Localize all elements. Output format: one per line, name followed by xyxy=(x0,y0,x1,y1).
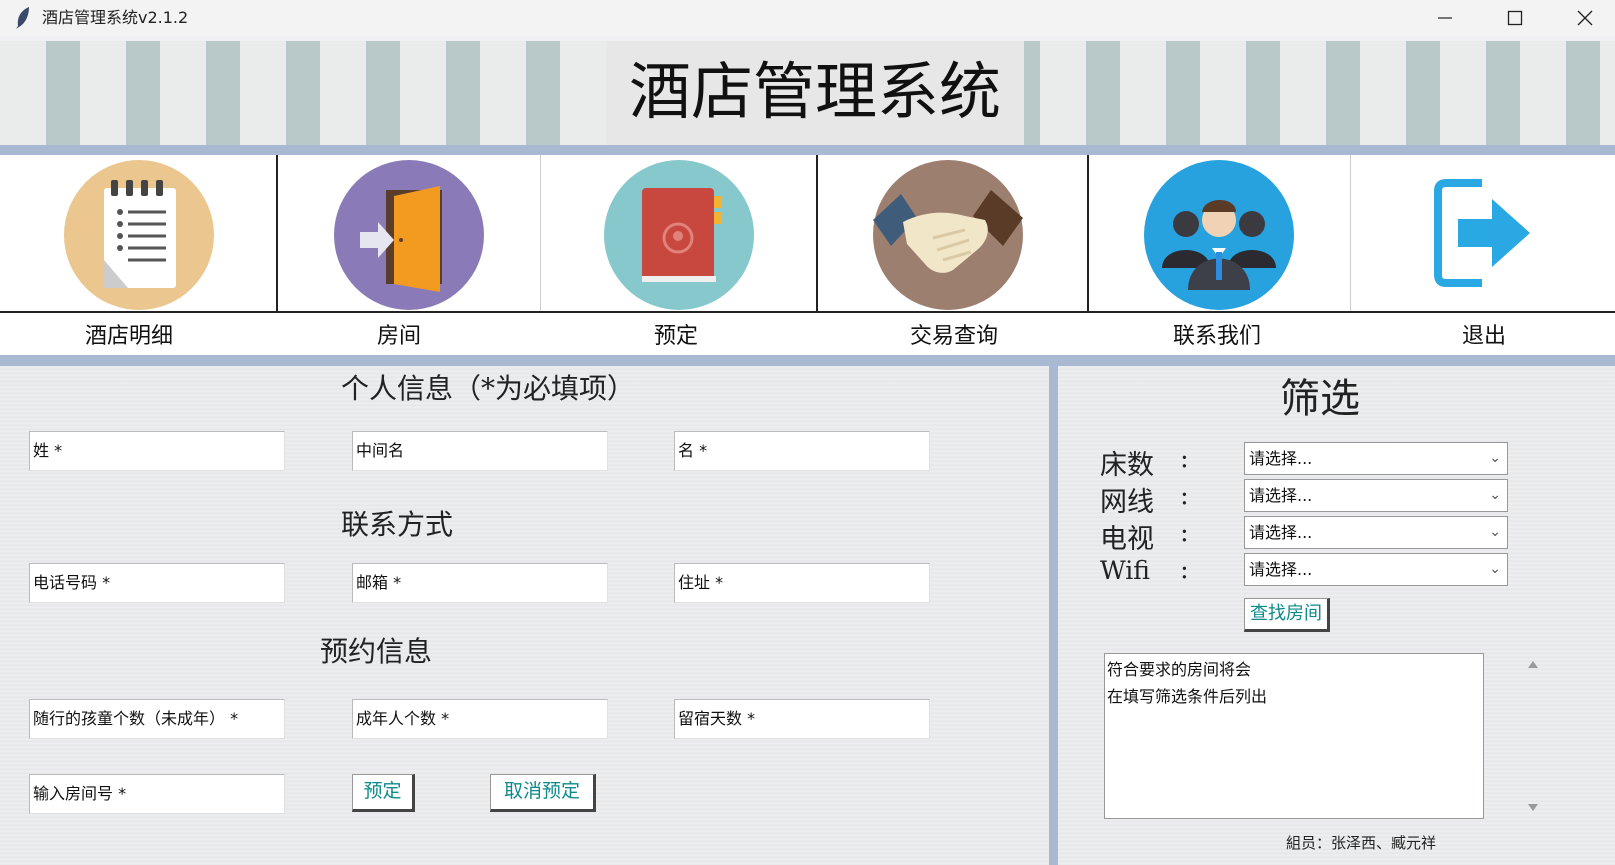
nav-divider xyxy=(0,355,1615,366)
filter-colon: : xyxy=(1180,444,1189,474)
minimize-icon xyxy=(1438,17,1452,19)
chevron-down-icon: ⌄ xyxy=(1489,561,1501,577)
contact-title: 联系方式 xyxy=(341,508,454,541)
room-number-field[interactable]: 输入房间号 * xyxy=(29,774,285,814)
nav-separator xyxy=(540,155,541,313)
handshake-icon xyxy=(873,190,1023,273)
cable-select-value: 请选择... xyxy=(1249,486,1313,505)
filter-colon: : xyxy=(1180,518,1189,548)
nav-separator xyxy=(1350,155,1351,313)
scroll-arrows-icon xyxy=(1528,661,1538,811)
first-name-field[interactable]: 名 * xyxy=(674,431,930,471)
filter-label-beds: 床数 xyxy=(1100,450,1154,481)
filter-title: 筛选 xyxy=(1280,376,1360,422)
nav-separator xyxy=(816,155,818,313)
header-divider xyxy=(0,145,1615,155)
nav-label-rooms: 房间 xyxy=(376,324,421,349)
children-count-field[interactable]: 随行的孩童个数（未成年） * xyxy=(29,699,285,739)
nav-hotel-details-button[interactable] xyxy=(64,160,214,310)
close-button[interactable] xyxy=(1550,0,1615,36)
results-line: 在填写筛选条件后列出 xyxy=(1107,687,1268,706)
filter-colon: : xyxy=(1180,555,1189,585)
chevron-down-icon: ⌄ xyxy=(1489,487,1501,503)
window-title: 酒店管理系统v2.1.2 xyxy=(42,8,189,27)
tv-select[interactable]: 请选择... ⌄ xyxy=(1244,516,1508,549)
beds-select-value: 请选择... xyxy=(1249,449,1313,468)
feather-icon xyxy=(14,6,32,30)
minimize-button[interactable] xyxy=(1410,0,1480,36)
nav-bar xyxy=(0,155,1615,313)
chevron-down-icon: ⌄ xyxy=(1489,450,1501,466)
results-scrollbar[interactable] xyxy=(1525,653,1541,819)
last-name-field[interactable]: 姓 * xyxy=(29,431,285,471)
nav-transactions-button[interactable] xyxy=(873,160,1023,310)
team-icon xyxy=(1162,200,1276,290)
address-field[interactable]: 住址 * xyxy=(674,563,930,603)
wifi-select[interactable]: 请选择... ⌄ xyxy=(1244,553,1508,586)
nav-rooms-button[interactable] xyxy=(334,160,484,310)
notepad-icon xyxy=(104,180,176,288)
nav-exit-button[interactable] xyxy=(1430,175,1540,290)
credits-text: 組员：张泽西、臧元祥 xyxy=(1286,834,1437,852)
nav-separator xyxy=(1087,155,1089,313)
panel-divider xyxy=(1049,366,1058,865)
nights-field[interactable]: 留宿天数 * xyxy=(674,699,930,739)
personal-info-title: 个人信息（*为必填项） xyxy=(341,372,636,405)
nav-contact-button[interactable] xyxy=(1144,160,1294,310)
maximize-button[interactable] xyxy=(1480,0,1550,36)
nav-label-transactions: 交易查询 xyxy=(909,324,998,349)
exit-icon xyxy=(1434,179,1530,287)
nav-separator xyxy=(276,155,278,313)
tv-select-value: 请选择... xyxy=(1249,523,1313,542)
nav-label-booking: 预定 xyxy=(653,324,698,349)
filter-label-wifi: Wifi xyxy=(1100,556,1150,585)
book-icon xyxy=(642,188,722,282)
nav-label-exit: 退出 xyxy=(1461,324,1506,349)
nav-label-contact: 联系我们 xyxy=(1172,324,1261,349)
wifi-select-value: 请选择... xyxy=(1249,560,1313,579)
nav-booking-button[interactable] xyxy=(604,160,754,310)
results-list: 符合要求的房间将会 在填写筛选条件后列出 xyxy=(1104,653,1484,819)
app-title: 酒店管理系统 xyxy=(628,55,1001,128)
filter-label-cable: 网线 xyxy=(1100,487,1154,518)
cable-select[interactable]: 请选择... ⌄ xyxy=(1244,479,1508,512)
window-titlebar xyxy=(0,0,1615,36)
nav-label-hotel-details: 酒店明细 xyxy=(84,324,173,349)
filter-colon: : xyxy=(1180,481,1189,511)
results-line: 符合要求的房间将会 xyxy=(1107,660,1252,679)
email-field[interactable]: 邮箱 * xyxy=(352,563,608,603)
adults-count-field[interactable]: 成年人个数 * xyxy=(352,699,608,739)
maximize-icon xyxy=(1507,10,1523,26)
booking-info-title: 预约信息 xyxy=(320,635,433,668)
door-icon xyxy=(360,186,442,292)
book-button[interactable]: 预定 xyxy=(352,774,415,812)
chevron-down-icon: ⌄ xyxy=(1489,524,1501,540)
phone-field[interactable]: 电话号码 * xyxy=(29,563,285,603)
beds-select[interactable]: 请选择... ⌄ xyxy=(1244,442,1508,475)
close-icon xyxy=(1577,10,1593,26)
find-rooms-button[interactable]: 查找房间 xyxy=(1244,598,1330,632)
middle-name-field[interactable]: 中间名 xyxy=(352,431,608,471)
filter-label-tv: 电视 xyxy=(1100,524,1154,555)
nav-label-strip xyxy=(0,313,1615,355)
cancel-booking-button[interactable]: 取消预定 xyxy=(490,774,596,812)
